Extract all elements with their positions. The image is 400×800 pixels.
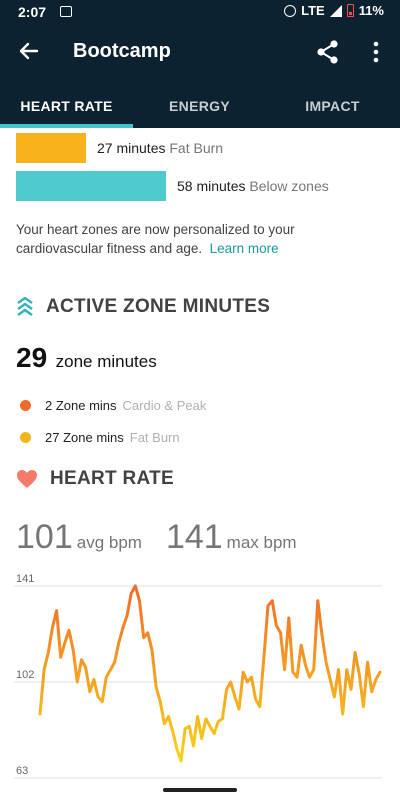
cardio-peak-dot bbox=[20, 400, 31, 411]
signal-icon bbox=[329, 4, 342, 17]
below-zones-row: 58 minutes Below zones bbox=[177, 178, 329, 194]
battery-level: 11% bbox=[358, 3, 384, 18]
back-arrow-icon[interactable] bbox=[14, 36, 44, 66]
learn-more-link[interactable]: Learn more bbox=[210, 241, 279, 256]
azm-total-unit: zone minutes bbox=[55, 352, 157, 371]
tab-impact[interactable]: IMPACT bbox=[266, 80, 399, 128]
network-type: LTE bbox=[301, 3, 325, 18]
zones-info-text: Your heart zones are now personalized to… bbox=[16, 220, 376, 258]
heart-icon bbox=[17, 470, 37, 488]
below-zones-bar bbox=[16, 171, 166, 201]
app-bar: Bootcamp bbox=[0, 24, 400, 80]
azm-total-value: 29 bbox=[16, 342, 48, 373]
y-tick-label: 102 bbox=[16, 669, 34, 681]
max-bpm-value: 141 bbox=[165, 518, 223, 556]
fat-burn-bar bbox=[16, 133, 86, 163]
share-icon[interactable] bbox=[314, 38, 342, 66]
status-bar: 2:07 LTE 11% bbox=[0, 0, 400, 24]
more-options-icon[interactable] bbox=[364, 38, 388, 66]
status-time: 2:07 bbox=[18, 4, 47, 20]
heart-rate-title: HEART RATE bbox=[50, 468, 175, 489]
azm-row-cardio-peak: 2 Zone mins Cardio & Peak bbox=[20, 398, 206, 413]
fat-burn-mins: 27 Zone mins bbox=[45, 430, 124, 445]
below-zones-minutes: 58 minutes bbox=[177, 178, 246, 194]
azm-total: 29 zone minutes bbox=[16, 342, 157, 374]
gesture-nav-handle[interactable] bbox=[163, 788, 237, 792]
heart-rate-header: HEART RATE bbox=[16, 468, 174, 490]
tab-heart-rate[interactable]: HEART RATE bbox=[0, 80, 133, 128]
fat-burn-zone-label: Fat Burn bbox=[129, 430, 180, 445]
fat-burn-row: 27 minutes Fat Burn bbox=[97, 140, 223, 156]
azm-row-fat-burn: 27 Zone mins Fat Burn bbox=[20, 430, 180, 445]
page-title: Bootcamp bbox=[73, 40, 171, 62]
battery-icon bbox=[346, 4, 354, 17]
fat-burn-minutes: 27 minutes bbox=[97, 140, 166, 156]
azm-header: ACTIVE ZONE MINUTES bbox=[16, 296, 270, 318]
message-icon bbox=[60, 6, 72, 17]
active-zone-minutes-icon bbox=[17, 297, 33, 316]
status-icons: LTE 11% bbox=[284, 3, 384, 18]
fat-burn-dot bbox=[20, 432, 31, 443]
below-zones-label: Below zones bbox=[249, 178, 329, 194]
cardio-peak-mins: 2 Zone mins bbox=[45, 398, 117, 413]
y-tick-label: 141 bbox=[16, 573, 34, 585]
y-tick-label: 63 bbox=[16, 765, 28, 777]
cardio-peak-label: Cardio & Peak bbox=[122, 398, 207, 413]
fat-burn-label: Fat Burn bbox=[169, 140, 224, 156]
alarm-icon bbox=[284, 4, 297, 17]
tab-indicator bbox=[0, 124, 133, 128]
heart-rate-chart: 141 102 63 bbox=[14, 573, 382, 779]
avg-bpm-label: avg bpm bbox=[76, 533, 142, 552]
max-bpm-label: max bpm bbox=[226, 533, 297, 552]
azm-title: ACTIVE ZONE MINUTES bbox=[46, 296, 271, 317]
heart-rate-stats: 101 avg bpm 141 max bpm bbox=[16, 518, 321, 557]
avg-bpm-value: 101 bbox=[16, 518, 73, 556]
heart-rate-line bbox=[38, 584, 382, 763]
tab-energy[interactable]: ENERGY bbox=[133, 80, 266, 128]
tab-bar: HEART RATE ENERGY IMPACT bbox=[0, 80, 400, 128]
